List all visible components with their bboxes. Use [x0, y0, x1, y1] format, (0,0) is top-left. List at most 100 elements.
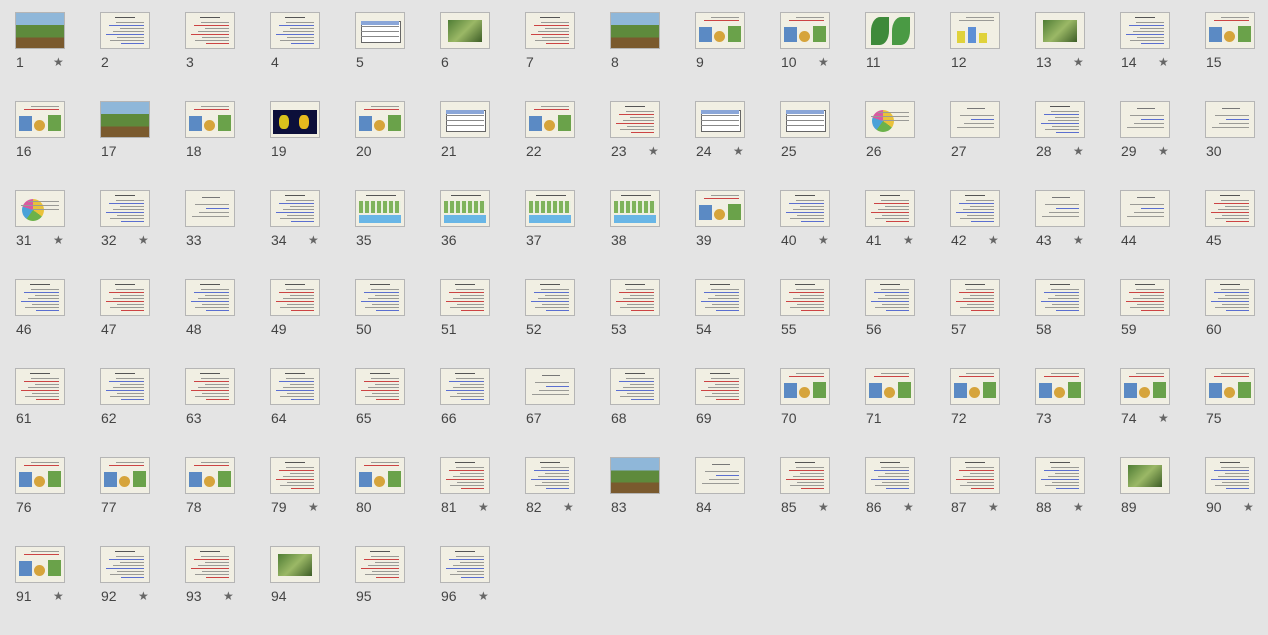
slide-preview[interactable]: [525, 190, 575, 227]
slide-thumbnail[interactable]: 63: [185, 368, 270, 457]
slide-preview[interactable]: [525, 12, 575, 49]
slide-preview[interactable]: [440, 546, 490, 583]
slide-thumbnail[interactable]: 83: [610, 457, 695, 546]
slide-thumbnail[interactable]: 40 ★: [780, 190, 865, 279]
slide-preview[interactable]: [780, 12, 830, 49]
star-icon[interactable]: ★: [818, 54, 829, 70]
slide-thumbnail[interactable]: 93 ★: [185, 546, 270, 635]
slide-preview[interactable]: [15, 279, 65, 316]
slide-preview[interactable]: [950, 368, 1000, 405]
slide-preview[interactable]: [100, 457, 150, 494]
slide-preview[interactable]: [780, 279, 830, 316]
star-icon[interactable]: ★: [53, 232, 64, 248]
slide-thumbnail[interactable]: 64: [270, 368, 355, 457]
slide-preview[interactable]: [1035, 279, 1085, 316]
slide-thumbnail[interactable]: 12: [950, 12, 1035, 101]
slide-thumbnail[interactable]: 77: [100, 457, 185, 546]
slide-preview[interactable]: [865, 279, 915, 316]
star-icon[interactable]: ★: [1073, 143, 1084, 159]
slide-thumbnail[interactable]: 26: [865, 101, 950, 190]
slide-preview[interactable]: [695, 101, 745, 138]
slide-preview[interactable]: [1035, 457, 1085, 494]
slide-thumbnail[interactable]: 72: [950, 368, 1035, 457]
slide-thumbnail[interactable]: 16: [15, 101, 100, 190]
slide-preview[interactable]: [525, 101, 575, 138]
slide-thumbnail[interactable]: 23 ★: [610, 101, 695, 190]
star-icon[interactable]: ★: [478, 499, 489, 515]
star-icon[interactable]: ★: [648, 143, 659, 159]
slide-thumbnail[interactable]: 59: [1120, 279, 1205, 368]
slide-thumbnail[interactable]: 24 ★: [695, 101, 780, 190]
slide-thumbnail[interactable]: 6: [440, 12, 525, 101]
slide-preview[interactable]: [185, 457, 235, 494]
slide-preview[interactable]: [865, 190, 915, 227]
slide-preview[interactable]: [695, 279, 745, 316]
slide-preview[interactable]: [100, 368, 150, 405]
slide-preview[interactable]: [525, 279, 575, 316]
star-icon[interactable]: ★: [818, 499, 829, 515]
slide-preview[interactable]: [270, 12, 320, 49]
slide-thumbnail[interactable]: 58: [1035, 279, 1120, 368]
star-icon[interactable]: ★: [223, 588, 234, 604]
slide-preview[interactable]: [440, 457, 490, 494]
slide-thumbnail[interactable]: 76: [15, 457, 100, 546]
slide-preview[interactable]: [185, 279, 235, 316]
slide-thumbnail[interactable]: 70: [780, 368, 865, 457]
slide-preview[interactable]: [780, 368, 830, 405]
slide-preview[interactable]: [1120, 101, 1170, 138]
star-icon[interactable]: ★: [903, 499, 914, 515]
slide-thumbnail[interactable]: 29 ★: [1120, 101, 1205, 190]
slide-preview[interactable]: [440, 279, 490, 316]
slide-thumbnail[interactable]: 68: [610, 368, 695, 457]
slide-thumbnail[interactable]: 60: [1205, 279, 1268, 368]
slide-preview[interactable]: [15, 101, 65, 138]
slide-thumbnail[interactable]: 19: [270, 101, 355, 190]
slide-thumbnail[interactable]: 28 ★: [1035, 101, 1120, 190]
slide-thumbnail[interactable]: 53: [610, 279, 695, 368]
slide-preview[interactable]: [15, 457, 65, 494]
slide-preview[interactable]: [100, 190, 150, 227]
slide-thumbnail[interactable]: 78: [185, 457, 270, 546]
slide-preview[interactable]: [695, 457, 745, 494]
slide-preview[interactable]: [950, 101, 1000, 138]
slide-preview[interactable]: [185, 101, 235, 138]
slide-thumbnail[interactable]: 55: [780, 279, 865, 368]
slide-preview[interactable]: [695, 368, 745, 405]
slide-thumbnail[interactable]: 37: [525, 190, 610, 279]
slide-preview[interactable]: [185, 12, 235, 49]
slide-thumbnail[interactable]: 75: [1205, 368, 1268, 457]
slide-thumbnail[interactable]: 85 ★: [780, 457, 865, 546]
slide-thumbnail[interactable]: 13 ★: [1035, 12, 1120, 101]
star-icon[interactable]: ★: [308, 499, 319, 515]
slide-thumbnail[interactable]: 69: [695, 368, 780, 457]
slide-preview[interactable]: [15, 190, 65, 227]
slide-thumbnail[interactable]: 41 ★: [865, 190, 950, 279]
slide-preview[interactable]: [270, 279, 320, 316]
slide-preview[interactable]: [1035, 12, 1085, 49]
slide-thumbnail[interactable]: 20: [355, 101, 440, 190]
slide-thumbnail[interactable]: 67: [525, 368, 610, 457]
slide-preview[interactable]: [950, 457, 1000, 494]
slide-preview[interactable]: [780, 457, 830, 494]
slide-preview[interactable]: [185, 546, 235, 583]
star-icon[interactable]: ★: [1073, 54, 1084, 70]
slide-thumbnail[interactable]: 50: [355, 279, 440, 368]
slide-preview[interactable]: [185, 368, 235, 405]
slide-preview[interactable]: [950, 279, 1000, 316]
slide-preview[interactable]: [610, 457, 660, 494]
slide-preview[interactable]: [185, 190, 235, 227]
slide-thumbnail[interactable]: 71: [865, 368, 950, 457]
slide-preview[interactable]: [355, 279, 405, 316]
star-icon[interactable]: ★: [818, 232, 829, 248]
slide-preview[interactable]: [270, 368, 320, 405]
slide-thumbnail[interactable]: 9: [695, 12, 780, 101]
slide-thumbnail[interactable]: 73: [1035, 368, 1120, 457]
slide-preview[interactable]: [525, 368, 575, 405]
slide-preview[interactable]: [525, 457, 575, 494]
slide-thumbnail[interactable]: 89: [1120, 457, 1205, 546]
slide-preview[interactable]: [15, 368, 65, 405]
slide-preview[interactable]: [355, 457, 405, 494]
star-icon[interactable]: ★: [1158, 54, 1169, 70]
slide-thumbnail[interactable]: 33: [185, 190, 270, 279]
slide-thumbnail[interactable]: 96 ★: [440, 546, 525, 635]
